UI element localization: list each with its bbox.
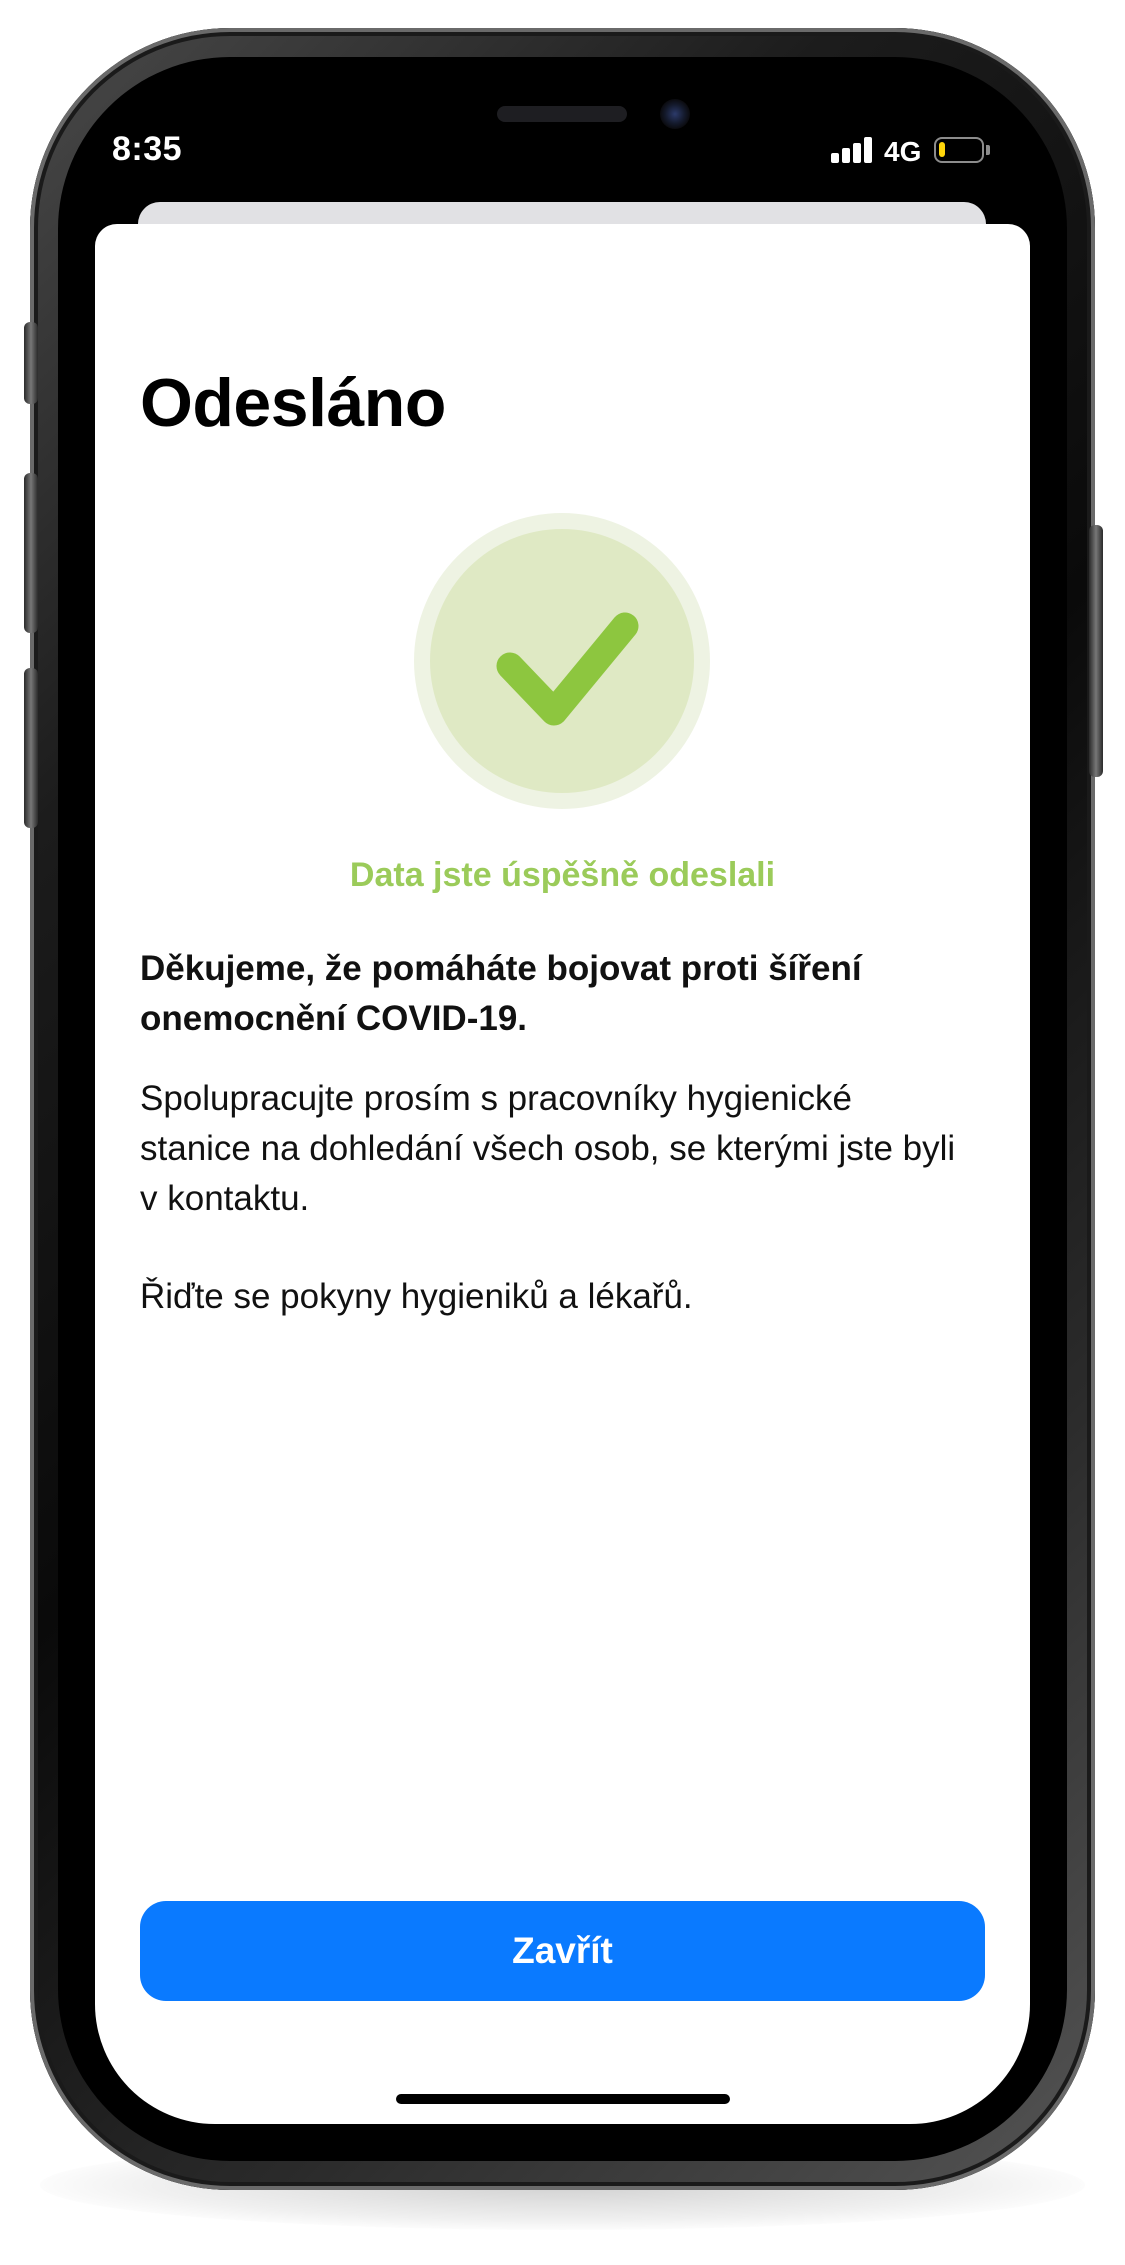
battery-icon — [934, 137, 984, 163]
page-title: Odesláno — [140, 365, 446, 441]
battery-cap — [986, 145, 990, 155]
battery-level — [939, 142, 945, 157]
network-type: 4G — [884, 136, 922, 167]
thanks-message: Děkujeme, že pomáháte bojovat proti šíře… — [140, 949, 862, 1038]
power-button — [1089, 525, 1103, 777]
checkmark-icon — [496, 612, 639, 726]
earpiece-speaker — [497, 106, 627, 122]
front-camera — [660, 99, 690, 129]
volume-down-button — [24, 668, 38, 828]
close-button[interactable]: Zavřít — [140, 1901, 985, 2001]
status-time: 8:35 — [112, 130, 183, 168]
volume-up-button — [24, 473, 38, 633]
cellular-signal-icon — [831, 137, 873, 163]
silent-switch — [24, 322, 38, 404]
home-indicator[interactable] — [396, 2094, 730, 2104]
instructions-message: Řiďte se pokyny hygieniků a lékařů. — [140, 1277, 693, 1316]
success-message: Data jste úspěšně odeslali — [349, 856, 776, 894]
cooperation-message: Spolupracujte prosím s pracovníky hygien… — [140, 1079, 956, 1218]
